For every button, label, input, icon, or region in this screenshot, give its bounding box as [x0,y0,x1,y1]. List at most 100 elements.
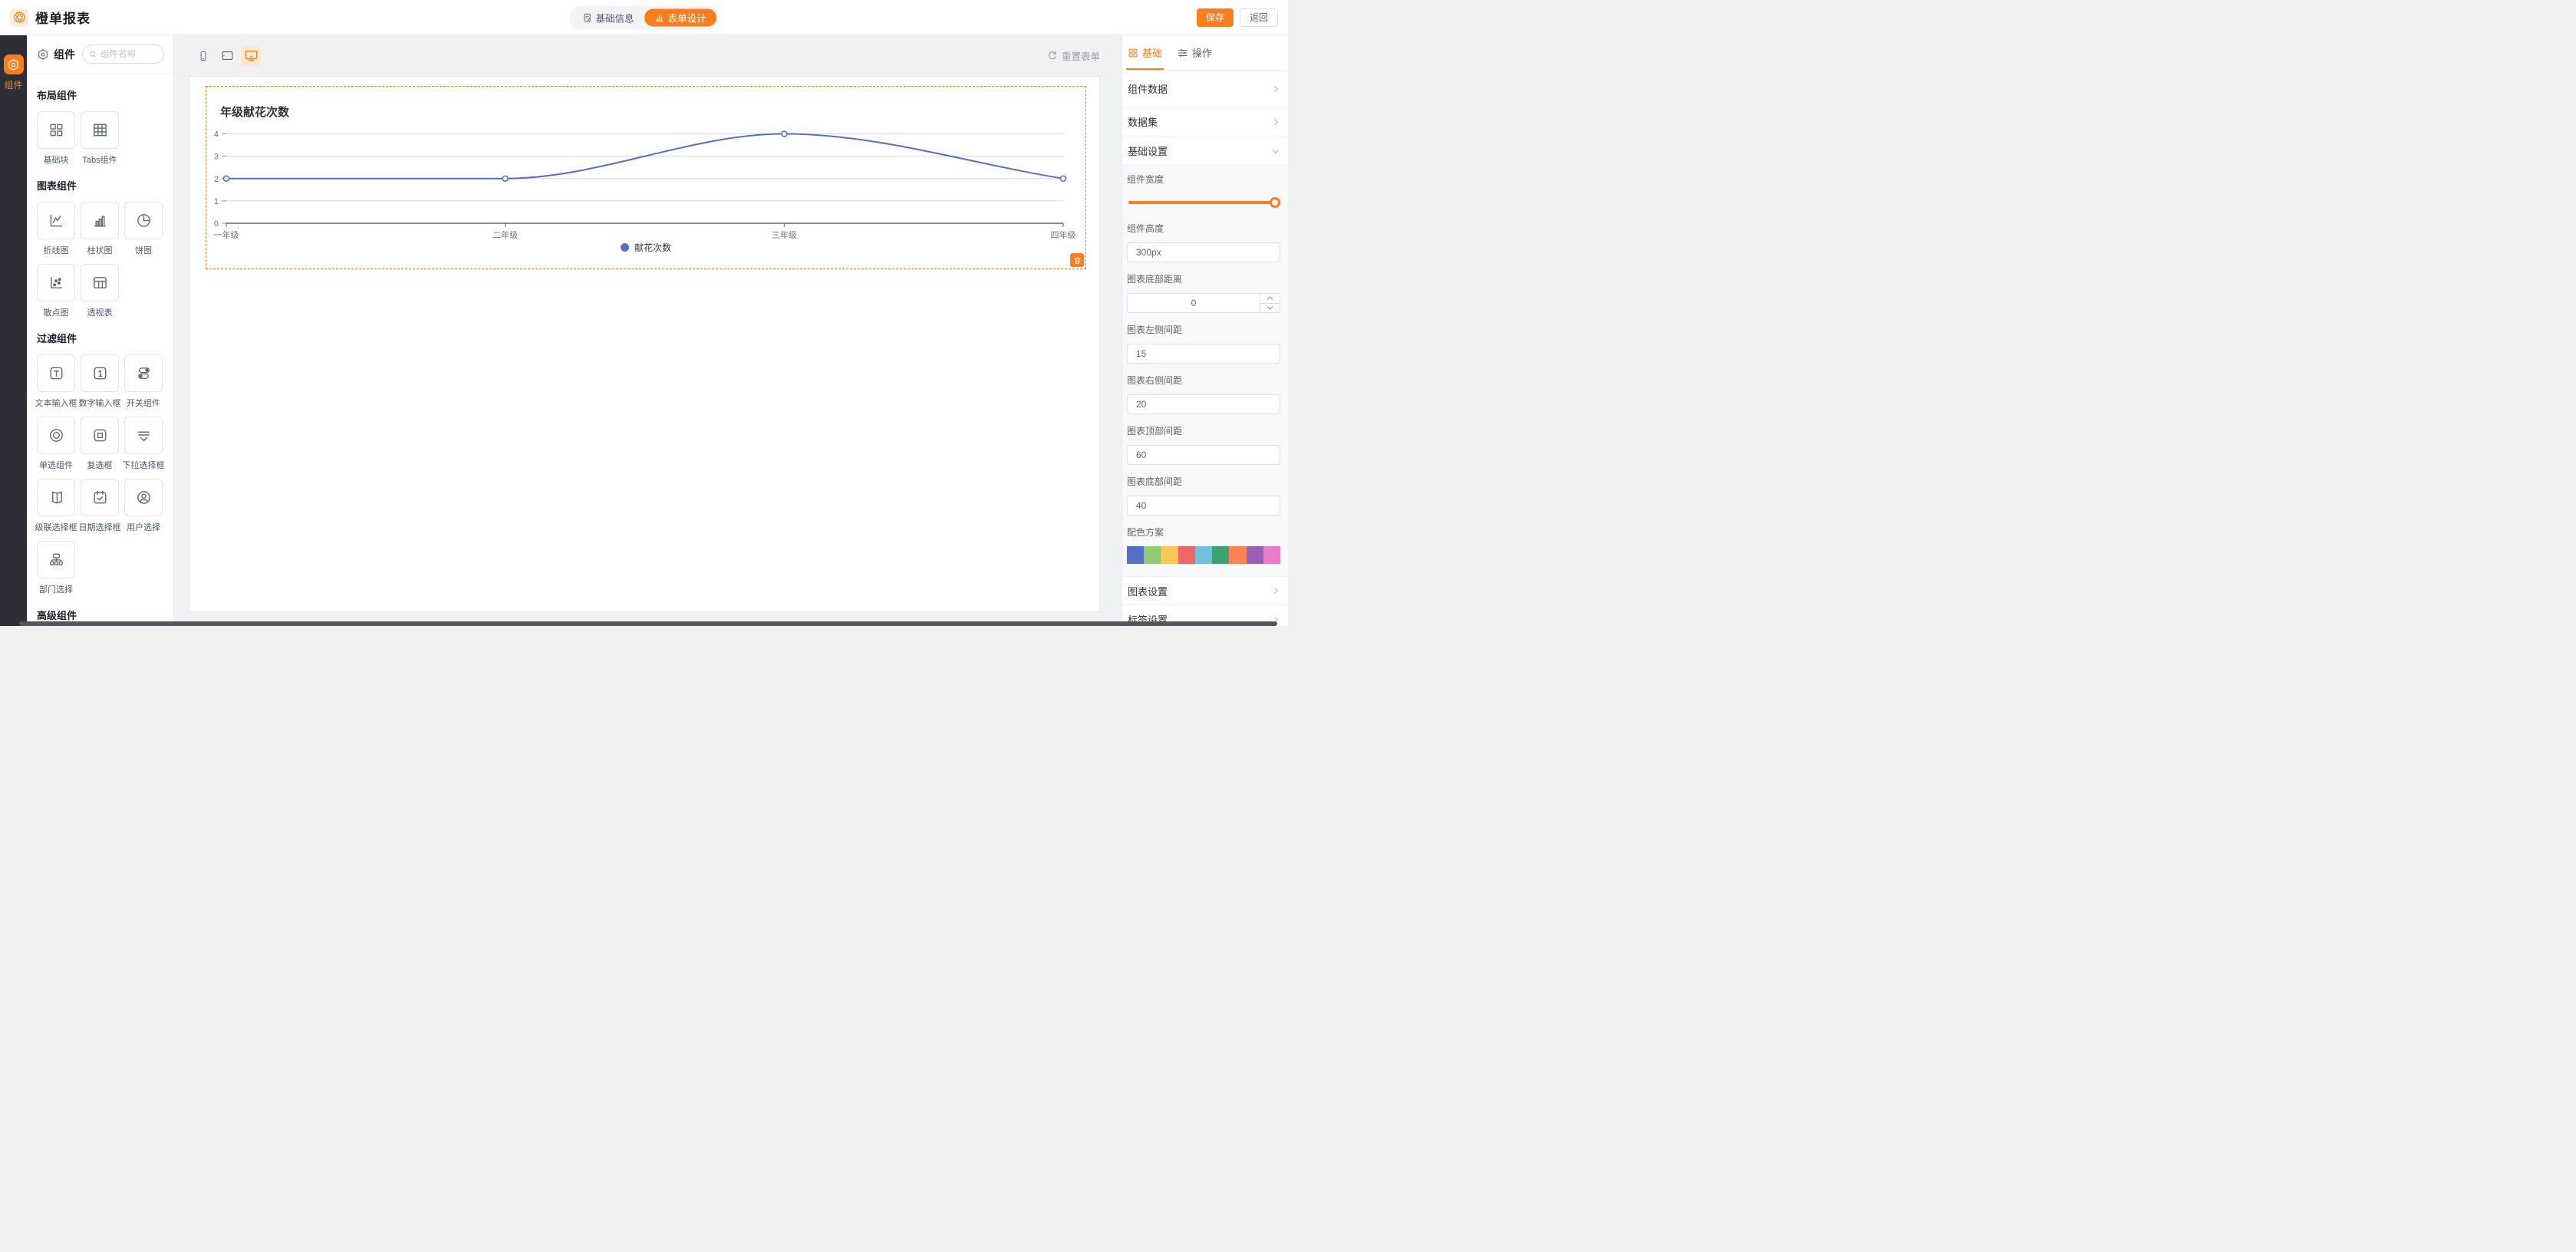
form-canvas-paper[interactable]: 01234一年级二年级三年级四年级 年级献花次数 献花次数 [189,76,1100,612]
date-picker-icon [91,489,109,506]
stepper-down-button[interactable] [1260,304,1280,313]
line-chart-component[interactable]: 01234一年级二年级三年级四年级 年级献花次数 献花次数 [206,86,1086,269]
chevron-right-icon [1271,117,1280,127]
search-icon [89,50,97,59]
palette-item-line-chart[interactable]: 折线图 [37,202,75,256]
svg-text:2: 2 [214,175,219,184]
chart-right-gap-input[interactable]: 20 [1127,394,1280,414]
chart-title: 年级献花次数 [220,104,289,120]
chart-top-gap-label: 图表顶部间距 [1127,424,1280,437]
palette-item-checkbox[interactable]: 复选框 [81,417,119,471]
palette-item-switch[interactable]: 开关组件 [124,354,163,409]
chart-bottom-gap-label: 图表底部间距 [1127,475,1280,488]
basic-block-icon [48,121,65,139]
chevron-right-icon [1271,586,1280,595]
palette-item-dept-tree[interactable]: 部门选择 [37,541,75,595]
line-chart-icon [48,212,65,229]
header-mode-switch: 基础信息 表单设计 [568,5,719,29]
tab-basic-info[interactable]: 基础信息 [572,8,644,26]
chart-legend[interactable]: 献花次数 [206,241,1085,254]
palette-item-select-dropdown[interactable]: 下拉选择框 [124,417,163,471]
trash-icon [1073,256,1082,265]
chart-right-gap-label: 图表右侧间距 [1127,374,1280,387]
svg-text:1: 1 [214,197,219,206]
basic-settings-body: 组件宽度 组件高度 300px 图表底部距离 0 图表左侧间距 15 图表右侧间… [1122,166,1288,576]
grid-icon [1128,48,1138,58]
color-swatch[interactable] [1144,546,1161,564]
rail-components-button[interactable] [4,54,24,74]
palette-item-pivot-table[interactable]: 透视表 [81,264,119,318]
inspector-tab-actions[interactable]: 操作 [1178,35,1212,70]
section-title-charts: 图表组件 [37,178,164,193]
height-label: 组件高度 [1127,222,1280,235]
palette-item-radio[interactable]: 单选组件 [37,417,75,471]
palette-item-pie-chart[interactable]: 饼图 [124,202,163,256]
text-input-icon [48,364,65,382]
stepper-up-button[interactable] [1260,294,1280,304]
app-header: 橙单报表 基础信息 表单设计 保存 返回 [0,0,1288,35]
chart-left-gap-input[interactable]: 15 [1127,344,1280,364]
color-swatch[interactable] [1212,546,1229,564]
color-swatch[interactable] [1229,546,1246,564]
switch-icon [135,364,153,382]
back-button[interactable]: 返回 [1240,8,1278,27]
palette-item-tabs[interactable]: Tabs组件 [81,111,119,166]
palette-item-text-input[interactable]: 文本输入框 [37,354,75,409]
inspector-tab-basic[interactable]: 基础 [1128,35,1162,70]
row-component-data[interactable]: 组件数据 [1122,71,1288,107]
color-swatch[interactable] [1195,546,1212,564]
tablet-preview-button[interactable] [217,46,237,66]
component-height-input[interactable]: 300px [1127,242,1280,262]
component-hexagon-icon [37,48,49,61]
palette-title: 组件 [54,47,75,62]
svg-text:4: 4 [214,130,219,140]
color-swatch[interactable] [1263,546,1280,564]
horizontal-scrollbar[interactable] [19,621,1277,626]
delete-component-button[interactable] [1070,253,1084,267]
save-button[interactable]: 保存 [1197,8,1234,27]
search-input[interactable] [100,50,157,59]
chart-left-gap-label: 图表左侧间距 [1127,323,1280,336]
reset-form-button[interactable]: 重置表单 [1047,48,1100,63]
radio-icon [48,427,65,444]
palette-item-scatter-chart[interactable]: 散点图 [37,264,75,318]
component-search[interactable] [82,44,164,64]
user-picker-icon [135,489,153,506]
pivot-table-icon [91,274,109,292]
palette-item-date-picker[interactable]: 日期选择框 [81,479,119,533]
bar-chart-icon [91,212,109,229]
color-scheme-swatches[interactable] [1127,546,1280,564]
chart-top-gap-input[interactable]: 60 [1127,445,1280,465]
mobile-icon [198,48,209,64]
color-swatch[interactable] [1178,546,1195,564]
inspector-tab-actions-label: 操作 [1192,45,1212,60]
reset-form-label: 重置表单 [1062,48,1100,63]
mobile-preview-button[interactable] [193,46,213,66]
slider-handle[interactable] [1270,197,1280,208]
chevron-down-icon [1271,147,1280,156]
row-chart-settings[interactable]: 图表设置 [1122,576,1288,605]
row-basic-settings[interactable]: 基础设置 [1122,137,1288,166]
palette-item-number-input[interactable]: 数字输入框 [81,354,119,409]
palette-item-basic-block[interactable]: 基础块 [37,111,75,166]
palette-item-user-picker[interactable]: 用户选择 [124,479,163,533]
svg-text:二年级: 二年级 [492,229,518,240]
chart-bottom-gap-input[interactable]: 40 [1127,496,1280,516]
row-dataset[interactable]: 数据集 [1122,107,1288,137]
svg-text:三年级: 三年级 [772,229,797,240]
component-palette: 组件 布局组件 基础块 Tabs组件 图表组件 折线图 [27,35,174,626]
palette-item-bar-chart[interactable]: 柱状图 [81,202,119,256]
color-swatch[interactable] [1161,546,1178,564]
desktop-preview-button[interactable] [241,46,261,66]
color-swatch[interactable] [1127,546,1144,564]
number-input-icon [91,364,109,382]
component-width-slider[interactable] [1128,201,1274,204]
checkbox-icon [91,427,109,444]
page-title: 橙单报表 [35,8,91,27]
rail-components-label: 组件 [4,78,22,91]
palette-item-cascader[interactable]: 级联选择框 [37,479,75,533]
chart-bottom-distance-stepper[interactable]: 0 [1127,293,1280,313]
legend-label: 献花次数 [634,241,671,254]
tab-form-design[interactable]: 表单设计 [644,8,716,26]
color-swatch[interactable] [1247,546,1263,564]
